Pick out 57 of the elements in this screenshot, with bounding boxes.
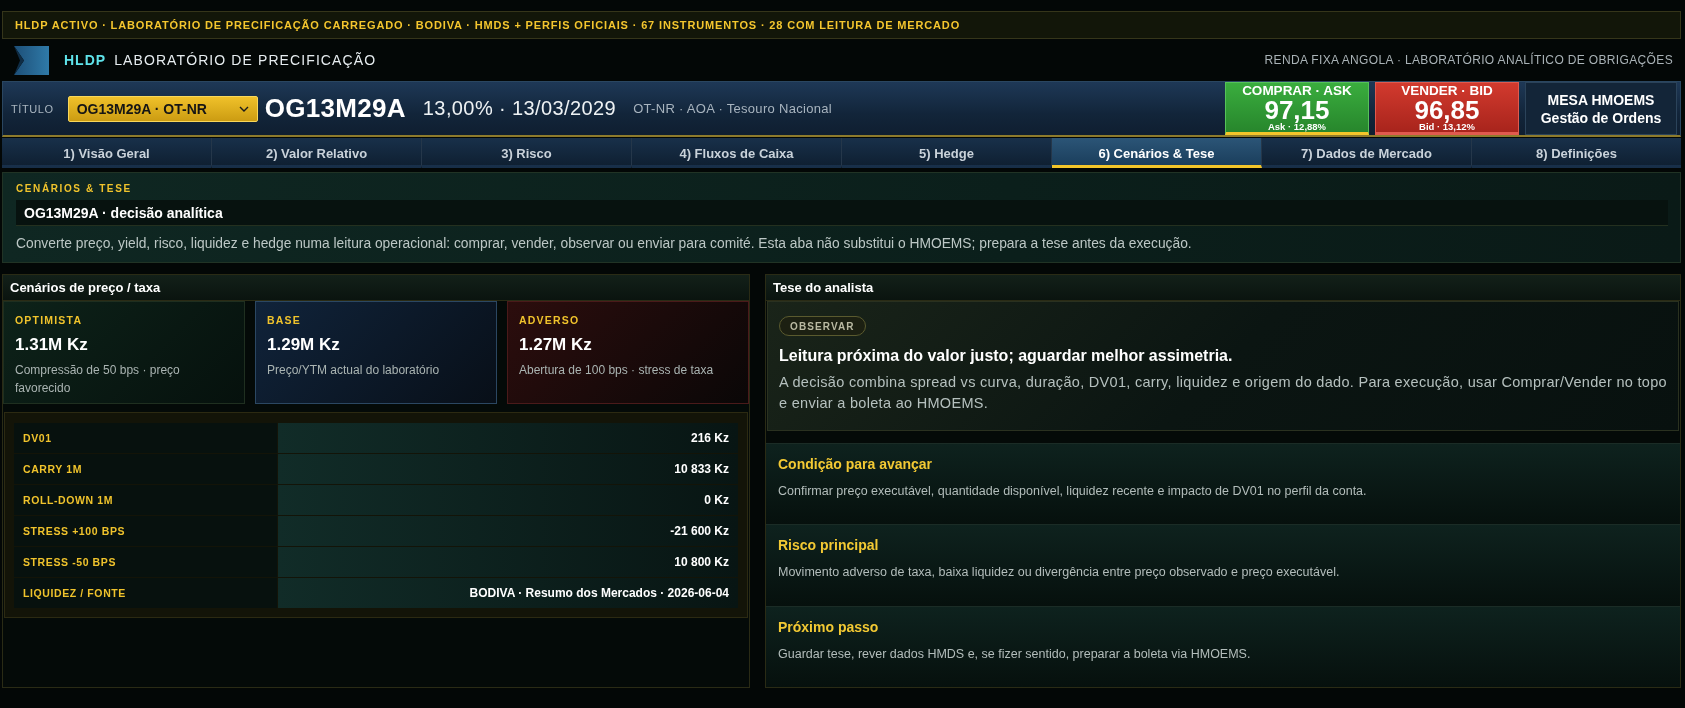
coupon-maturity: 13,00% · 13/03/2029 <box>422 97 617 120</box>
tab[interactable]: 2) Valor Relativo <box>212 138 422 168</box>
status-banner: HLDP ACTIVO · LABORATÓRIO DE PRECIFICAÇÃO CARREGADO · BODIVA · HMDS + PERFIS OFICIAIS · 67 INSTRUMENTOS · 28 COM LEITURA DE MERCADO <box>2 11 1681 39</box>
scenario-label: BASE <box>267 314 301 327</box>
metric-value: 0 Kz <box>278 485 738 515</box>
field-label: TÍTULO <box>11 102 54 115</box>
metric-label: CARRY 1M <box>14 454 277 484</box>
scenario-label: ADVERSO <box>519 314 580 327</box>
metric-value: 216 Kz <box>278 423 738 453</box>
scenario-note: Preço/YTM actual do laboratório <box>267 362 440 379</box>
instrument-select[interactable]: OG13M29A · OT-NR <box>67 95 258 122</box>
scenario-note: Compressão de 50 bps · preço favorecido <box>15 362 181 397</box>
buy-button[interactable]: COMPRAR · ASK 97,15 Ask · 12,88% <box>1225 82 1369 135</box>
section-text: Confirmar preço executável, quantidade disponível, liquidez recente e impacto de DV01 no perfil da conta. <box>778 483 1367 499</box>
metric-value: -21 600 Kz <box>278 516 738 546</box>
metric-value: BODIVA · Resumo dos Mercados · 2026-06-04 <box>278 578 738 608</box>
section-title: Risco principal <box>778 536 879 555</box>
section-eyebrow: CENÁRIOS & TESE <box>16 183 132 195</box>
thesis-headline: Leitura próxima do valor justo; aguardar melhor assimetria. <box>779 346 1233 366</box>
instrument-details: OT-NR · AOA · Tesouro Nacional <box>633 101 832 116</box>
tab[interactable]: 6) Cenários & Tese <box>1052 138 1262 168</box>
status-badge: OBSERVAR <box>779 316 866 336</box>
metric-label: STRESS -50 BPS <box>14 547 277 577</box>
metric-value: 10 800 Kz <box>278 547 738 577</box>
logo-icon <box>14 45 49 75</box>
section-title: Próximo passo <box>778 617 879 636</box>
sell-button[interactable]: VENDER · BID 96,85 Bid · 13,12% <box>1375 82 1519 135</box>
scenario-value: 1.31M Kz <box>15 335 88 355</box>
instrument-code: OG13M29A <box>264 93 406 124</box>
metric-label: DV01 <box>14 423 277 453</box>
scenario-value: 1.29M Kz <box>267 335 340 355</box>
order-desk-button[interactable]: MESA HMOEMS Gestão de Ordens <box>1525 82 1677 135</box>
tab[interactable]: 4) Fluxos de Caixa <box>632 138 842 168</box>
intro-title: OG13M29A · decisão analítica <box>16 200 1668 226</box>
metric-label: ROLL-DOWN 1M <box>14 485 277 515</box>
scenario-value: 1.27M Kz <box>519 335 592 355</box>
intro-text: Converte preço, yield, risco, liquidez e hedge numa leitura operacional: comprar, vender, observar ou enviar para comité. Esta aba não substitui o HMOEMS; prepara a tese antes da execução. <box>16 235 1192 253</box>
thesis-text: A decisão combina spread vs curva, duração, DV01, carry, liquidez e origem do dado. Para execução, usar Comprar/Vender no topo e enviar a boleta ao HMOEMS. <box>779 373 1668 413</box>
metric-label: LIQUIDEZ / FONTE <box>14 578 277 608</box>
caret-icon <box>238 105 249 112</box>
panel-header: Cenários de preço / taxa <box>3 275 749 301</box>
scenario-note: Abertura de 100 bps · stress de taxa <box>519 362 714 379</box>
panel-header: Tese do analista <box>766 275 1680 301</box>
section-text: Movimento adverso de taxa, baixa liquidez ou divergência entre preço observado e preço executável. <box>778 564 1340 581</box>
metric-value: 10 833 Kz <box>278 454 738 484</box>
section-text: Guardar tese, rever dados HMDS e, se fizer sentido, preparar a boleta via HMOEMS. <box>778 645 1251 662</box>
brand-name: HLDP <box>64 52 107 68</box>
section-title: Condição para avançar <box>778 455 933 473</box>
metric-label: STRESS +100 BPS <box>14 516 277 546</box>
app-subtitle: RENDA FIXA ANGOLA · LABORATÓRIO ANALÍTICO DE OBRIGAÇÕES <box>1264 53 1673 67</box>
app-title: LABORATÓRIO DE PRECIFICAÇÃO <box>114 52 377 68</box>
tab[interactable]: 1) Visão Geral <box>2 138 212 168</box>
tab[interactable]: 7) Dados de Mercado <box>1262 138 1472 168</box>
tab[interactable]: 8) Definições <box>1472 138 1681 168</box>
tab[interactable]: 5) Hedge <box>842 138 1052 168</box>
tab[interactable]: 3) Risco <box>422 138 632 168</box>
scenario-label: OPTIMISTA <box>15 314 83 327</box>
